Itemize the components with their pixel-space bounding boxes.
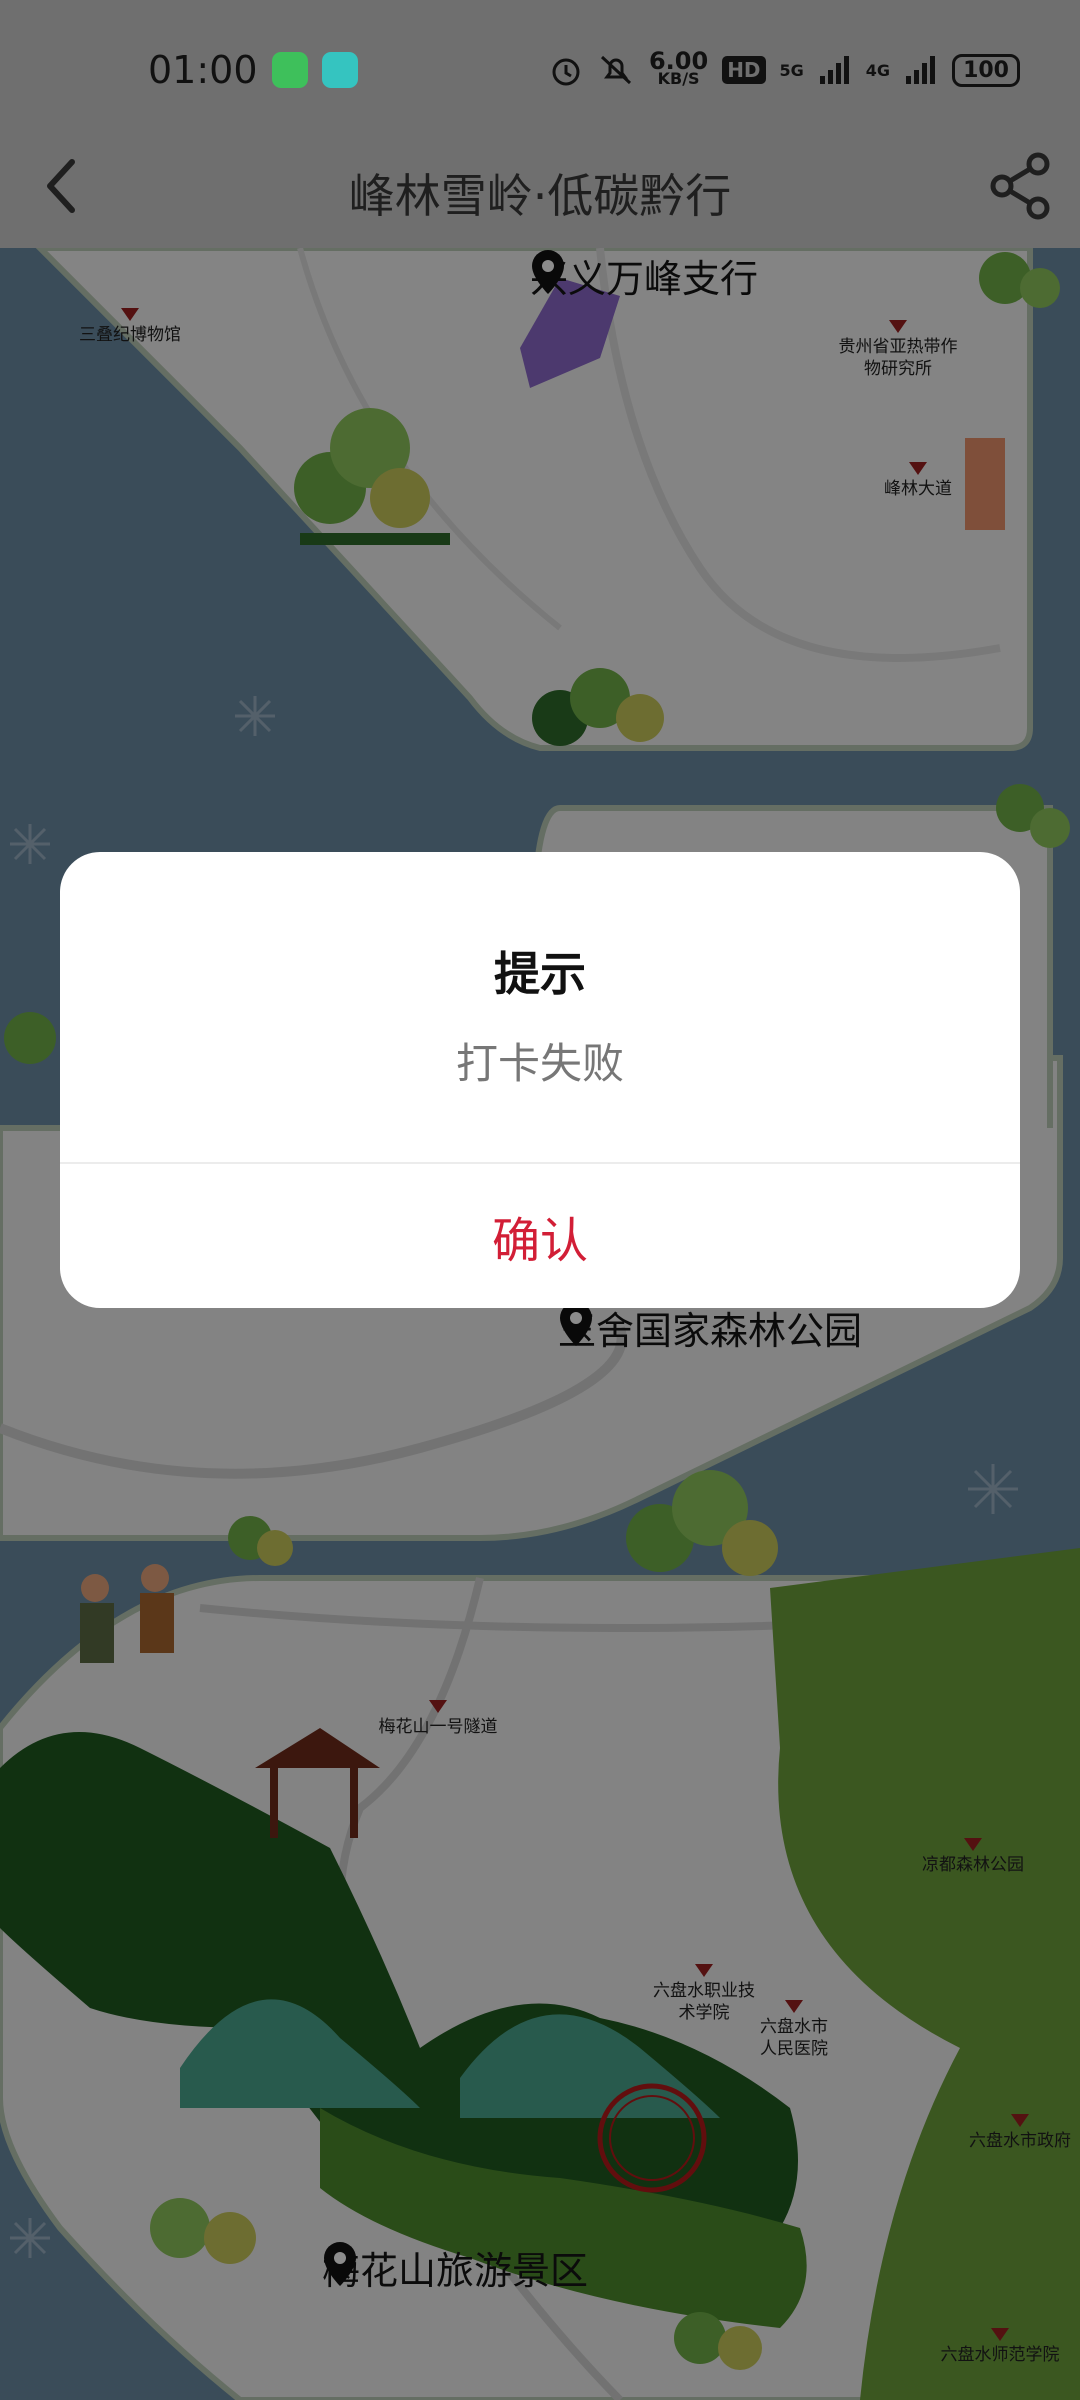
page-title: 峰林雪岭·低碳黔行 [348, 169, 732, 223]
message-app-icon [272, 52, 308, 88]
net-speed-value: 6.00 [648, 47, 709, 75]
confirm-button[interactable]: 确认 [60, 1164, 1020, 1308]
hd-badge: HD [722, 56, 766, 84]
signal-icon [819, 56, 849, 84]
share-icon[interactable] [988, 152, 1052, 220]
status-right-group: 6.00 KB/S HD 5G 4G 100 [549, 48, 1020, 92]
dialog-title: 提示 [494, 947, 586, 1001]
alarm-icon [552, 58, 580, 86]
net-speed: 6.00 KB/S [648, 47, 709, 88]
status-time: 01:00 [148, 48, 258, 92]
signal-icon [906, 56, 936, 84]
alert-dialog: 提示 打卡失败 确认 [60, 852, 1020, 1308]
battery-icon: 100 [952, 53, 1020, 87]
net-5g-label: 5G [779, 60, 804, 80]
dialog-message: 打卡失败 [455, 1039, 624, 1088]
screen-record-icon [322, 52, 358, 88]
status-bar: 01:00 6.00 KB/S HD 5G 4G 100 [0, 0, 1080, 140]
net-4g-label: 4G [865, 60, 891, 80]
mute-icon [600, 55, 631, 85]
net-speed-unit: KB/S [657, 69, 700, 88]
modal-overlay[interactable] [0, 248, 1080, 2400]
